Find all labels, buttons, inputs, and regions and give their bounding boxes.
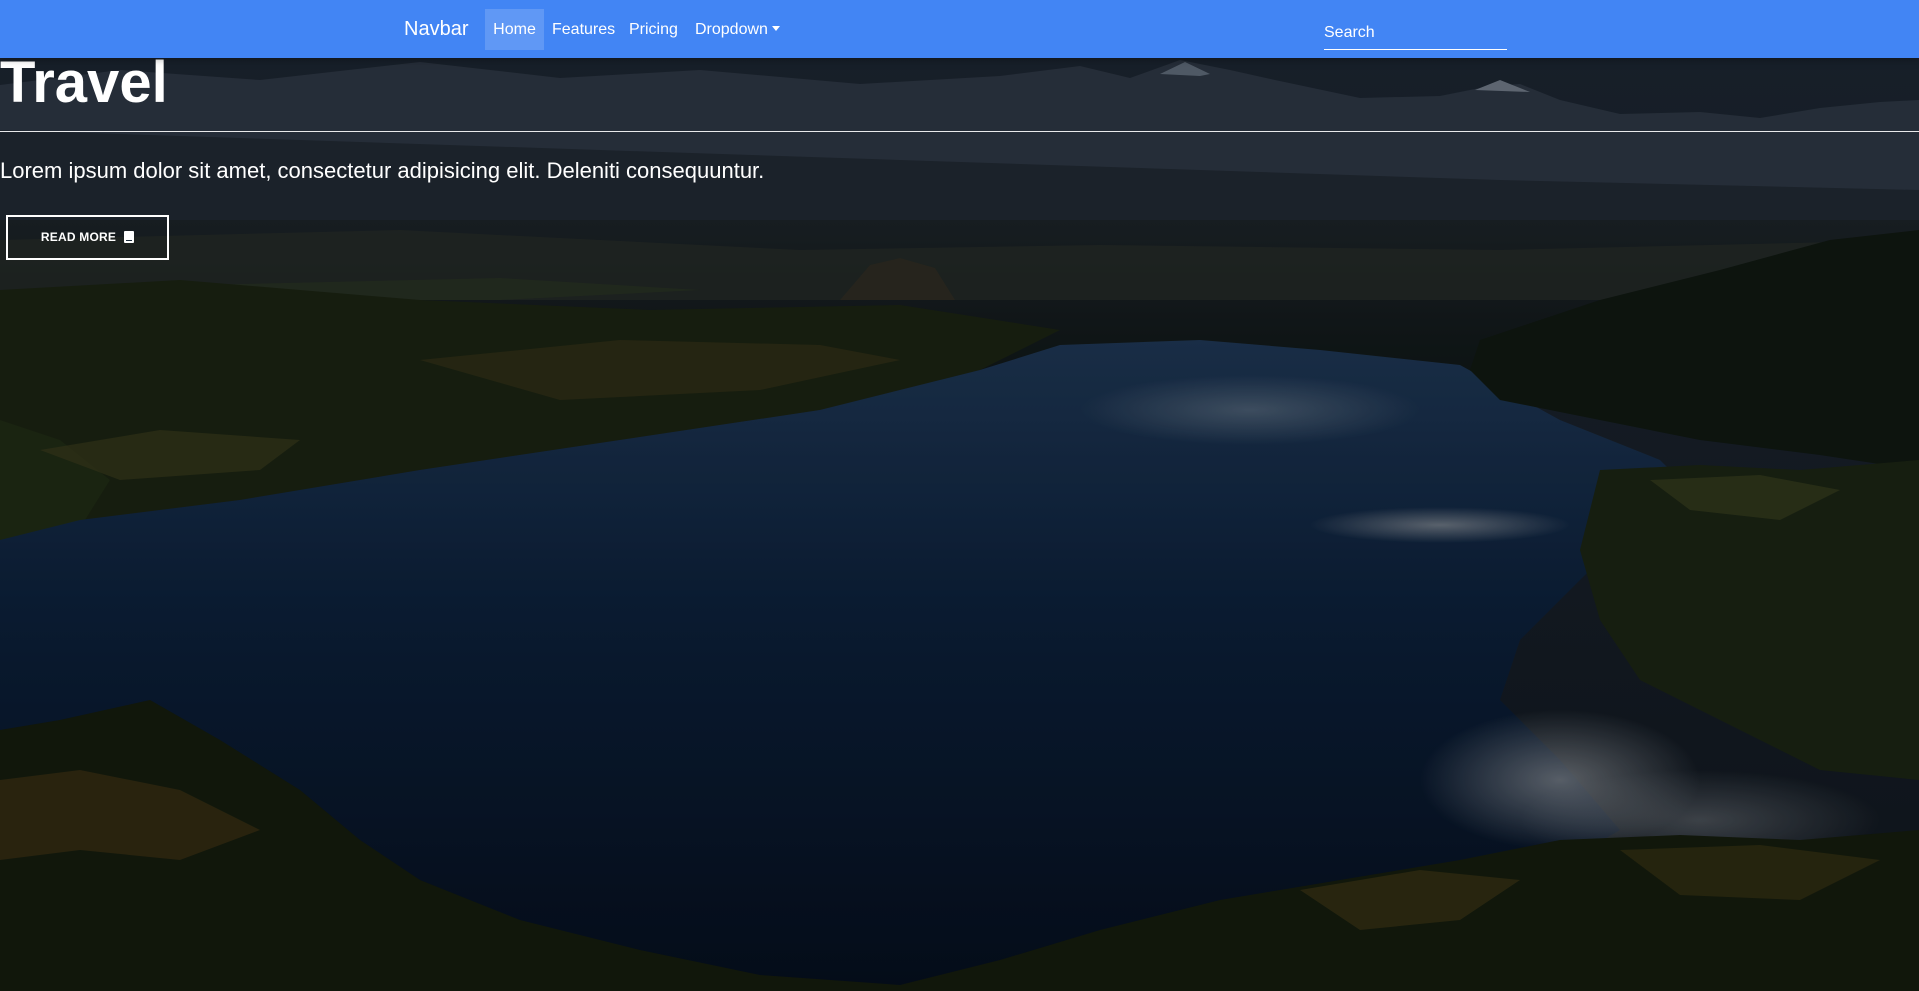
nav-item-dropdown[interactable]: Dropdown <box>688 9 787 50</box>
hero-overlay <box>0 0 1919 991</box>
navbar: Navbar Home Features Pricing Dropdown <box>0 0 1919 58</box>
search-input[interactable] <box>1324 16 1507 50</box>
hero-section <box>0 0 1919 991</box>
nav-item-home[interactable]: Home <box>485 9 544 50</box>
book-icon <box>124 231 135 243</box>
nav-item-features[interactable]: Features <box>545 9 622 50</box>
hero-title: Travel <box>0 50 168 115</box>
read-more-label: READ MORE <box>40 230 117 244</box>
hero-lead-text: Lorem ipsum dolor sit amet, consectetur … <box>0 158 765 183</box>
read-more-button[interactable]: READ MORE <box>6 215 169 260</box>
nav-item-pricing[interactable]: Pricing <box>622 9 685 50</box>
hero-divider <box>0 131 1919 132</box>
caret-down-icon <box>771 26 780 31</box>
nav-item-dropdown-label: Dropdown <box>695 21 768 38</box>
navbar-brand[interactable]: Navbar <box>404 17 468 41</box>
